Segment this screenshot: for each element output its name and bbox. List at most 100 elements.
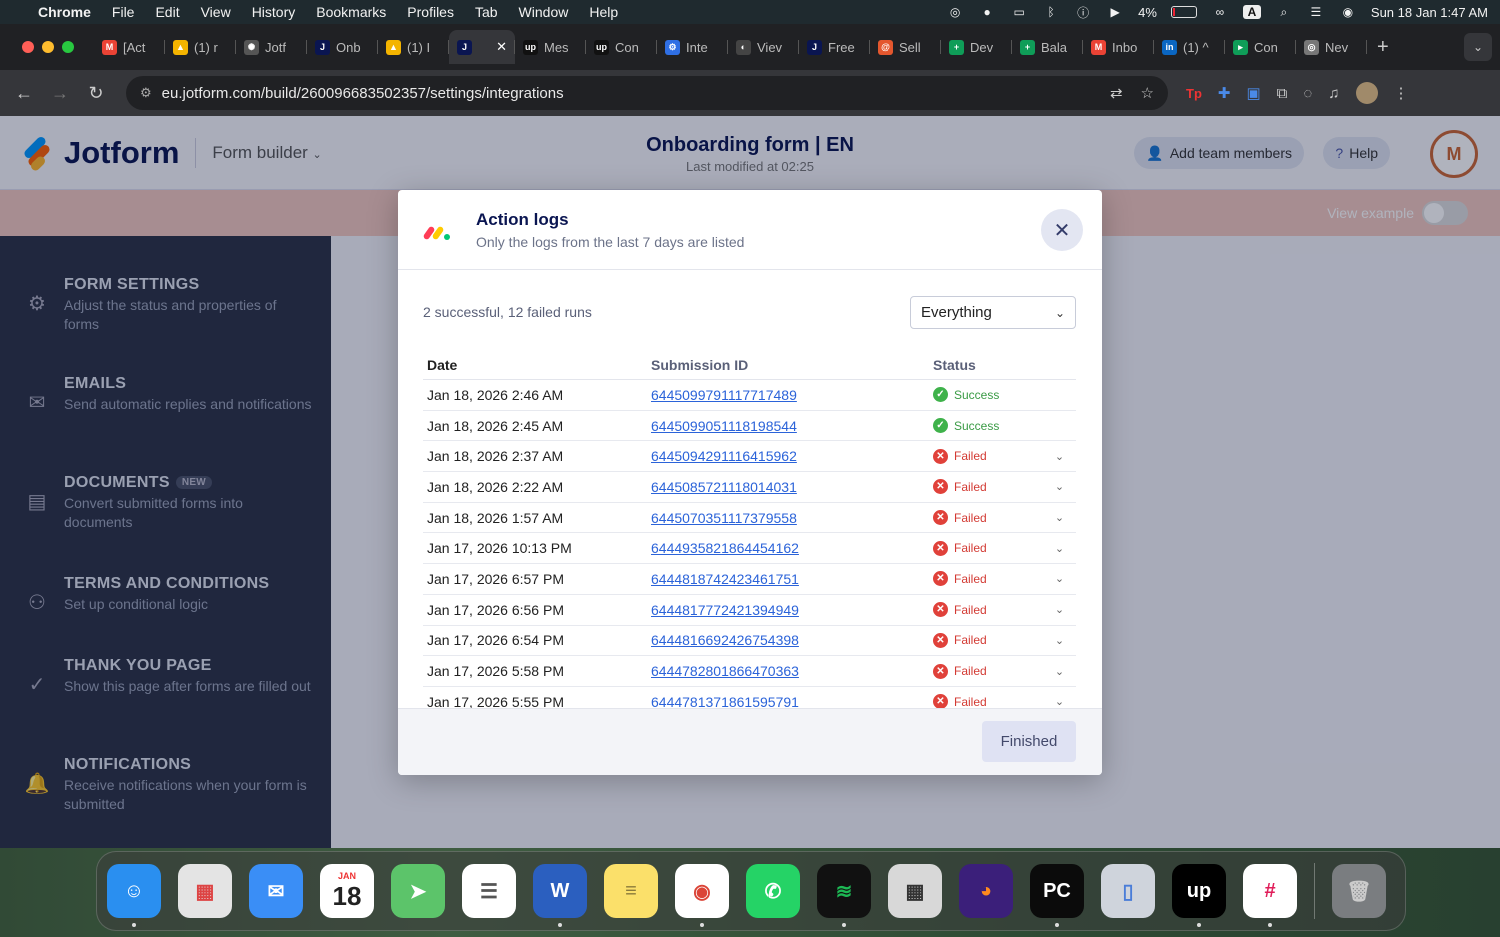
link-icon[interactable]: ∞ [1211,5,1229,19]
bookmark-star-icon[interactable]: ☆ [1141,84,1154,102]
dock-mail-icon[interactable]: ✉ [249,864,303,918]
chrome-menu-icon[interactable]: ⋮ [1394,84,1409,102]
submission-id-link[interactable]: 6444818742423461751 [651,571,933,587]
submission-id-link[interactable]: 6445070351117379558 [651,510,933,526]
address-bar[interactable]: ⚙ eu.jotform.com/build/260096683502357/s… [126,76,1168,110]
dock-whatsapp-icon[interactable]: ✆ [746,864,800,918]
menu-window[interactable]: Window [519,4,569,20]
submission-id-link[interactable]: 6445094291116415962 [651,448,933,464]
expand-chevron-icon[interactable]: ⌄ [1043,542,1076,555]
dock-notes-icon[interactable]: ≡ [604,864,658,918]
translate-icon[interactable]: ⇄ [1110,84,1123,102]
table-row[interactable]: Jan 18, 2026 2:22 AM 6445085721118014031 ✕… [423,472,1076,503]
menubar-clock[interactable]: Sun 18 Jan 1:47 AM [1371,5,1488,20]
user-status-icon[interactable]: ● [978,5,996,19]
performance-icon[interactable]: ◌ [1303,85,1312,102]
menu-tab[interactable]: Tab [475,4,498,20]
submission-id-link[interactable]: 6445085721118014031 [651,479,933,495]
table-row[interactable]: Jan 17, 2026 6:54 PM 6444816692426754398 ✕… [423,626,1076,657]
submission-id-link[interactable]: 6444935821864454162 [651,540,933,556]
menu-history[interactable]: History [252,4,296,20]
dock-pycharm-icon[interactable]: PC [1030,864,1084,927]
dock-maps-icon[interactable]: ➤ [391,864,445,918]
spotlight-search-icon[interactable]: ⌕ [1275,5,1293,19]
close-modal-button[interactable]: ✕ [1041,209,1083,251]
browser-tab[interactable]: + Dev [941,30,1012,64]
dock-launchpad-icon[interactable]: ▦ [178,864,232,918]
siri-icon[interactable]: ◉ [1339,5,1357,19]
play-icon[interactable]: ▶ [1106,5,1124,19]
browser-tab[interactable]: up Con [586,30,657,64]
browser-tab[interactable]: ▲ (1) r [165,30,236,64]
expand-chevron-icon[interactable]: ⌄ [1043,695,1076,708]
battery-icon[interactable] [1170,6,1197,18]
expand-chevron-icon[interactable]: ⌄ [1043,603,1076,616]
submission-id-link[interactable]: 6445099051118198544 [651,418,933,434]
dock-calculator-icon[interactable]: ▦ [888,864,942,918]
extensions-puzzle-icon[interactable]: ⧉ [1277,85,1288,102]
browser-tab[interactable]: ▲ (1) I [378,30,449,64]
browser-tab[interactable]: J Free [799,30,870,64]
close-window-button[interactable] [22,41,34,53]
finished-button[interactable]: Finished [982,721,1076,762]
minimize-window-button[interactable] [42,41,54,53]
browser-tab[interactable]: J Onb [307,30,378,64]
zoom-window-button[interactable] [62,41,74,53]
menu-file[interactable]: File [112,4,135,20]
dock-upwork-icon[interactable]: up [1172,864,1226,927]
address-url[interactable]: eu.jotform.com/build/260096683502357/set… [162,85,564,102]
control-center-icon[interactable]: ☰ [1307,5,1325,19]
browser-tab[interactable]: M Inbo [1083,30,1154,64]
menu-help[interactable]: Help [589,4,618,20]
new-tab-button[interactable]: + [1377,36,1389,59]
table-row[interactable]: Jan 18, 2026 1:57 AM 6445070351117379558 ✕… [423,503,1076,534]
submission-id-link[interactable]: 6444781371861595791 [651,694,933,708]
menu-edit[interactable]: Edit [155,4,179,20]
browser-tab[interactable]: J ✕ [449,30,515,64]
browser-tab[interactable]: M [Act [94,30,165,64]
bluetooth-icon[interactable]: ᛒ [1042,5,1060,19]
browser-tab[interactable]: ◎ Nev [1296,30,1367,64]
table-row[interactable]: Jan 17, 2026 10:13 PM 6444935821864454162… [423,533,1076,565]
site-info-icon[interactable]: ⚙ [140,85,152,101]
display-icon[interactable]: ▭ [1010,5,1028,19]
media-control-icon[interactable]: ♫ [1328,85,1339,102]
menu-profiles[interactable]: Profiles [407,4,454,20]
browser-tab[interactable]: in (1) ^ [1154,30,1225,64]
profile-avatar[interactable] [1355,82,1378,104]
table-row[interactable]: Jan 17, 2026 6:57 PM 6444818742423461751 ✕… [423,564,1076,595]
extension-puzzle-blue-icon[interactable]: ✚ [1218,84,1231,102]
submission-id-link[interactable]: 6444816692426754398 [651,632,933,648]
expand-chevron-icon[interactable]: ⌄ [1043,634,1076,647]
dock-spotify-icon[interactable]: ≋ [817,864,871,927]
close-tab-icon[interactable]: ✕ [496,39,507,55]
browser-tab[interactable]: up Mes [515,30,586,64]
browser-tab[interactable]: @ Sell [870,30,941,64]
browser-tab[interactable]: ▸ Con [1225,30,1296,64]
menu-bookmarks[interactable]: Bookmarks [316,4,386,20]
dock-simulator-icon[interactable]: ▯ [1101,864,1155,918]
expand-chevron-icon[interactable]: ⌄ [1043,572,1076,585]
extension-tp-icon[interactable]: Tp [1186,86,1202,101]
browser-tab[interactable]: ◐ Viev [728,30,799,64]
log-filter-select[interactable]: Everything ⌄ [910,296,1076,329]
table-row[interactable]: Jan 18, 2026 2:37 AM 6445094291116415962 ✕… [423,441,1076,473]
dock-word-icon[interactable]: W [533,864,587,927]
accessibility-icon[interactable]: ⓘ [1074,5,1092,20]
submission-id-link[interactable]: 6444817772421394949 [651,602,933,618]
menu-view[interactable]: View [201,4,231,20]
table-row[interactable]: Jan 17, 2026 5:55 PM 6444781371861595791 ✕… [423,687,1076,708]
expand-chevron-icon[interactable]: ⌄ [1043,450,1076,463]
input-source-icon[interactable]: A [1242,5,1261,19]
back-arrow-icon[interactable]: ← [6,83,42,104]
table-row[interactable]: Jan 17, 2026 5:58 PM 6444782801866470363 ✕… [423,656,1076,687]
dock-chrome-icon[interactable]: ◉ [675,864,729,927]
dock-slack-icon[interactable]: # [1243,864,1297,927]
dock-finder-icon[interactable]: ☺ [107,864,161,927]
dock-reminders-icon[interactable]: ☰ [462,864,516,918]
extension-translate-icon[interactable]: ▣ [1246,84,1260,102]
browser-tab[interactable]: + Bala [1012,30,1083,64]
menu-app-name[interactable]: Chrome [38,4,91,20]
upwork-status-icon[interactable]: ◎ [946,5,964,19]
submission-id-link[interactable]: 6444782801866470363 [651,663,933,679]
